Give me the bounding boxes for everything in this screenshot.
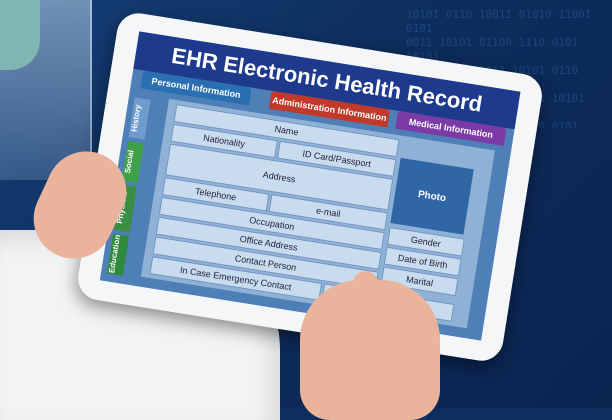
photo-placeholder[interactable]: Photo [390, 157, 474, 235]
tablet-screen: EHR Electronic Health Record Personal In… [99, 31, 521, 341]
ehr-tablet-photo: 10101 0110 10011 01010 11001 0101 0011 10… [0, 0, 612, 420]
side-tab-history[interactable]: History [128, 97, 151, 140]
side-tab-social[interactable]: Social [121, 140, 144, 183]
side-tab-education[interactable]: Education [106, 233, 130, 276]
